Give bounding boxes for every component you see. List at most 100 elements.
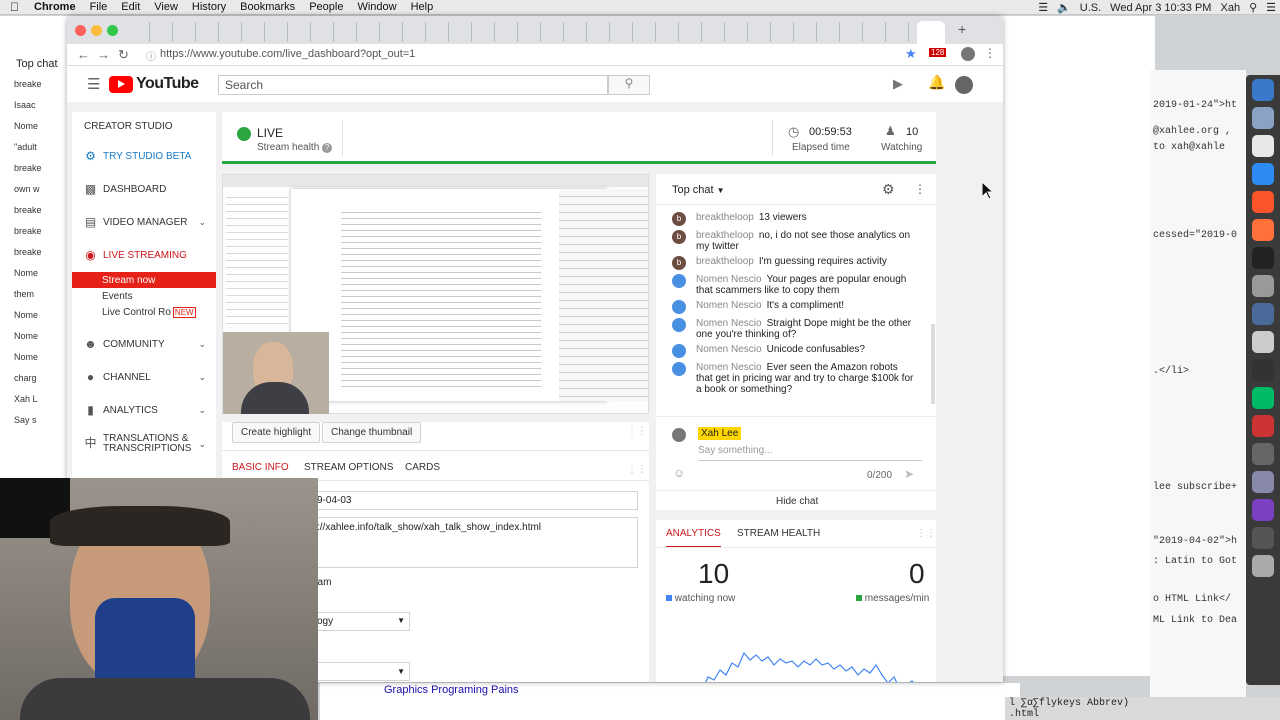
chat-author[interactable]: Nomen Nescio [696, 300, 762, 311]
sidebar-item-translations[interactable]: 中 TRANSLATIONS & TRANSCRIPTIONS ⌄ [72, 427, 216, 460]
drag-handle-icon[interactable]: ⋮⋮ [627, 426, 647, 437]
obs-icon[interactable] [1252, 359, 1274, 381]
safari-icon[interactable] [1252, 163, 1274, 185]
search-icon[interactable]: ⚲ [1249, 1, 1257, 14]
tab-stream-health[interactable]: STREAM HEALTH [737, 528, 820, 539]
back-icon[interactable]: ← [77, 47, 90, 62]
extension-badge[interactable]: 128 [929, 48, 947, 57]
sidebar-item-live-streaming[interactable]: ◉ LIVE STREAMING [72, 239, 216, 272]
clock[interactable]: Wed Apr 3 10:33 PM [1110, 2, 1211, 14]
zoom-window-icon[interactable] [107, 25, 118, 36]
tabs-row[interactable] [127, 22, 917, 42]
emacs-icon[interactable] [1252, 499, 1274, 521]
emoji-icon[interactable]: ☺ [673, 466, 685, 480]
terminal-icon[interactable] [1252, 247, 1274, 269]
apple-menu-icon[interactable]:  [0, 0, 27, 14]
input-source[interactable]: U.S. [1080, 2, 1101, 14]
volume-icon[interactable]: 🔈 [1057, 1, 1071, 14]
rocket-icon[interactable] [1252, 107, 1274, 129]
sidebar-sub-stream-now[interactable]: Stream now [72, 272, 216, 288]
chat-input[interactable]: Say something... [698, 445, 772, 456]
description-field[interactable]: ://xahlee.info/talk_show/xah_talk_show_i… [312, 517, 638, 568]
youtube-logo[interactable]: YouTube [109, 75, 199, 93]
hamburger-icon[interactable]: ☰ [87, 75, 100, 93]
app-icon-4[interactable] [1252, 443, 1274, 465]
menu-help[interactable]: Help [404, 1, 441, 13]
chat-settings-gear-icon[interactable]: ⚙ [882, 181, 895, 198]
chat-more-options-icon[interactable]: ⋮ [914, 182, 926, 196]
menu-list-icon[interactable]: ☰ [1266, 1, 1276, 14]
app-icon-2[interactable] [1252, 387, 1274, 409]
app-icon-3[interactable] [1252, 415, 1274, 437]
menu-edit[interactable]: Edit [114, 1, 147, 13]
chat-author[interactable]: breaktheloop [696, 256, 754, 267]
menu-app-name[interactable]: Chrome [27, 1, 83, 13]
forward-icon[interactable]: → [97, 47, 110, 62]
chat-scrollbar[interactable] [931, 324, 935, 404]
tab-stream-options[interactable]: STREAM OPTIONS [304, 462, 393, 473]
chat-author[interactable]: Nomen Nescio [696, 344, 762, 355]
sidebar-sub-live-control-room[interactable]: Live Control Ro NEW [72, 304, 216, 320]
new-tab-icon[interactable]: + [958, 21, 966, 37]
menu-window[interactable]: Window [350, 1, 403, 13]
send-icon[interactable]: ➤ [904, 467, 914, 481]
reload-icon[interactable]: ↻ [118, 47, 129, 63]
sidebar-item-video-manager[interactable]: ▤ VIDEO MANAGER ⌄ [72, 206, 216, 239]
tab-analytics[interactable]: ANALYTICS [666, 528, 721, 548]
menu-history[interactable]: History [185, 1, 233, 13]
chat-author[interactable]: Nomen Nescio [696, 318, 762, 329]
chat-author[interactable]: Nomen Nescio [696, 362, 762, 373]
drag-handle-icon[interactable]: ⋮⋮ [627, 464, 647, 475]
category-select[interactable]: ogy ▼ [312, 612, 410, 631]
menu-file[interactable]: File [83, 1, 115, 13]
close-window-icon[interactable] [75, 25, 86, 36]
bottom-link[interactable]: Graphics Programing Pains [384, 684, 519, 696]
wifi-icon[interactable]: ☰ [1038, 1, 1048, 14]
firefox-icon[interactable] [1252, 219, 1274, 241]
sidebar-item-try-studio-beta[interactable]: ⚙ TRY STUDIO BETA [72, 140, 216, 173]
stream-health-label[interactable]: Stream health ? [257, 142, 333, 153]
account-avatar[interactable] [955, 76, 973, 94]
sidebar-sub-events[interactable]: Events [72, 288, 216, 304]
top-chat-dropdown[interactable]: Top chat ▼ [672, 184, 725, 196]
profile-avatar[interactable] [961, 47, 975, 61]
chrome-menu-icon[interactable]: ⋮ [984, 46, 996, 60]
info-icon[interactable]: ⓘ [146, 48, 156, 63]
activity-icon[interactable] [1252, 303, 1274, 325]
finder-icon[interactable] [1252, 79, 1274, 101]
date-field[interactable]: 9-04-03 [312, 491, 638, 510]
chat-author[interactable]: breaktheloop [696, 212, 754, 223]
search-input[interactable]: Search [218, 75, 608, 95]
tab-cards[interactable]: CARDS [405, 462, 440, 473]
change-thumbnail-button[interactable]: Change thumbnail [322, 422, 422, 443]
drag-handle-icon[interactable]: ⋮⋮ [916, 528, 936, 539]
user-name[interactable]: Xah [1220, 2, 1240, 14]
active-tab[interactable] [917, 21, 945, 44]
menu-bookmarks[interactable]: Bookmarks [233, 1, 302, 13]
bookmark-star-icon[interactable]: ★ [905, 46, 917, 62]
menu-people[interactable]: People [302, 1, 350, 13]
notifications-bell-icon[interactable]: 🔔 [928, 74, 945, 91]
app-icon-6[interactable] [1252, 527, 1274, 549]
menu-view[interactable]: View [147, 1, 185, 13]
sidebar-item-channel[interactable]: ● CHANNEL ⌄ [72, 361, 216, 394]
sidebar-item-dashboard[interactable]: ▩ DASHBOARD [72, 173, 216, 206]
url-field[interactable]: https://www.youtube.com/live_dashboard?o… [160, 48, 415, 60]
brave-icon[interactable] [1252, 191, 1274, 213]
chat-author[interactable]: breaktheloop [696, 230, 754, 241]
help-icon[interactable]: ? [322, 143, 333, 153]
secondary-select[interactable]: ▼ [312, 662, 410, 681]
sidebar-item-community[interactable]: ☻ COMMUNITY ⌄ [72, 328, 216, 361]
trash-icon[interactable] [1252, 555, 1274, 577]
sidebar-item-analytics[interactable]: ▮ ANALYTICS ⌄ [72, 394, 216, 427]
hide-chat-button[interactable]: Hide chat [776, 496, 818, 507]
preferences-icon[interactable] [1252, 275, 1274, 297]
chrome-icon[interactable] [1252, 135, 1274, 157]
create-highlight-button[interactable]: Create highlight [232, 422, 321, 443]
search-button[interactable]: ⚲ [608, 75, 650, 95]
app-icon-5[interactable] [1252, 471, 1274, 493]
minimize-window-icon[interactable] [91, 25, 102, 36]
create-video-icon[interactable]: ▶ [893, 76, 903, 92]
chat-author[interactable]: Nomen Nescio [696, 274, 762, 285]
app-icon[interactable] [1252, 331, 1274, 353]
